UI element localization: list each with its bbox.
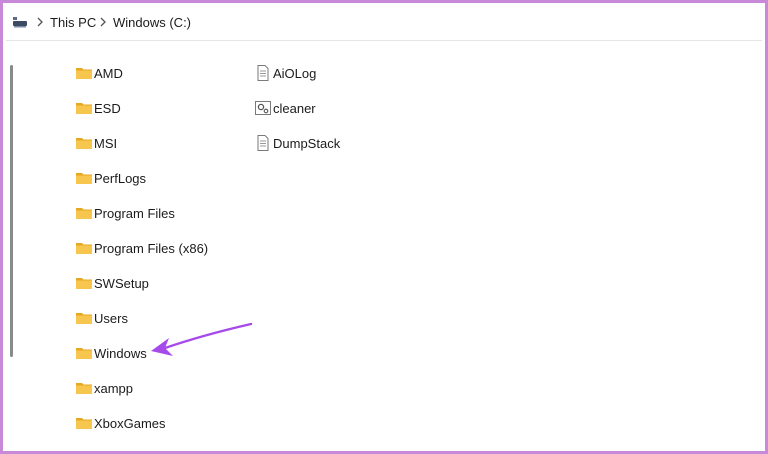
scrollbar-thumb[interactable] (10, 65, 13, 357)
item-label: Program Files (x86) (94, 240, 209, 256)
item-label: xampp (94, 380, 134, 396)
item-label: Users (94, 310, 128, 326)
folder-icon (76, 68, 92, 79)
list-item-xboxgames[interactable]: XboxGames (75, 412, 166, 434)
folder-icon (76, 243, 92, 254)
list-item-msi[interactable]: MSI (75, 132, 117, 154)
folder-icon (76, 348, 92, 359)
list-item-program-files[interactable]: Program Files (75, 202, 175, 224)
item-label: SWSetup (94, 275, 149, 291)
settings-file-icon (255, 101, 271, 115)
folder-icon (76, 138, 92, 149)
item-label: DumpStack (273, 135, 341, 151)
chevron-right-icon[interactable] (34, 14, 46, 30)
folder-icon (76, 208, 92, 219)
item-label: AMD (94, 65, 123, 81)
item-label: Program Files (94, 205, 175, 221)
list-item-windows[interactable]: Windows (75, 342, 147, 364)
folder-icon (76, 418, 92, 429)
item-label: PerfLogs (94, 170, 147, 186)
breadcrumb-windows-c[interactable]: Windows (C:) (113, 15, 191, 30)
item-label: MSI (94, 135, 118, 151)
this-pc-icon[interactable] (12, 14, 28, 30)
file-explorer-window: This PC Windows (C:) AMD ESD MSI PerfLog… (0, 0, 768, 454)
item-label: AiOLog (273, 65, 317, 81)
list-item-amd[interactable]: AMD (75, 62, 123, 84)
breadcrumb-this-pc[interactable]: This PC (50, 15, 96, 30)
address-bar[interactable]: This PC Windows (C:) (6, 6, 762, 41)
item-label: Windows (94, 345, 147, 361)
folder-icon (76, 173, 92, 184)
file-list-area: AMD ESD MSI PerfLogs Program Files Progr… (6, 41, 762, 448)
list-item-users[interactable]: Users (75, 307, 128, 329)
list-item-dumpstack[interactable]: DumpStack (254, 132, 340, 154)
list-item-esd[interactable]: ESD (75, 97, 121, 119)
list-item-program-files-x86[interactable]: Program Files (x86) (75, 237, 208, 259)
text-file-icon (257, 135, 269, 151)
folder-icon (76, 278, 92, 289)
text-file-icon (257, 65, 269, 81)
item-label: XboxGames (94, 415, 166, 431)
chevron-right-icon[interactable] (97, 14, 109, 30)
list-item-aiolog[interactable]: AiOLog (254, 62, 316, 84)
list-item-swsetup[interactable]: SWSetup (75, 272, 149, 294)
folder-icon (76, 383, 92, 394)
list-item-xampp[interactable]: xampp (75, 377, 133, 399)
item-label: cleaner (273, 100, 316, 116)
folder-icon (76, 313, 92, 324)
folder-icon (76, 103, 92, 114)
vertical-scrollbar[interactable] (10, 63, 14, 363)
list-item-cleaner[interactable]: cleaner (254, 97, 316, 119)
item-label: ESD (94, 100, 121, 116)
list-item-perflogs[interactable]: PerfLogs (75, 167, 146, 189)
